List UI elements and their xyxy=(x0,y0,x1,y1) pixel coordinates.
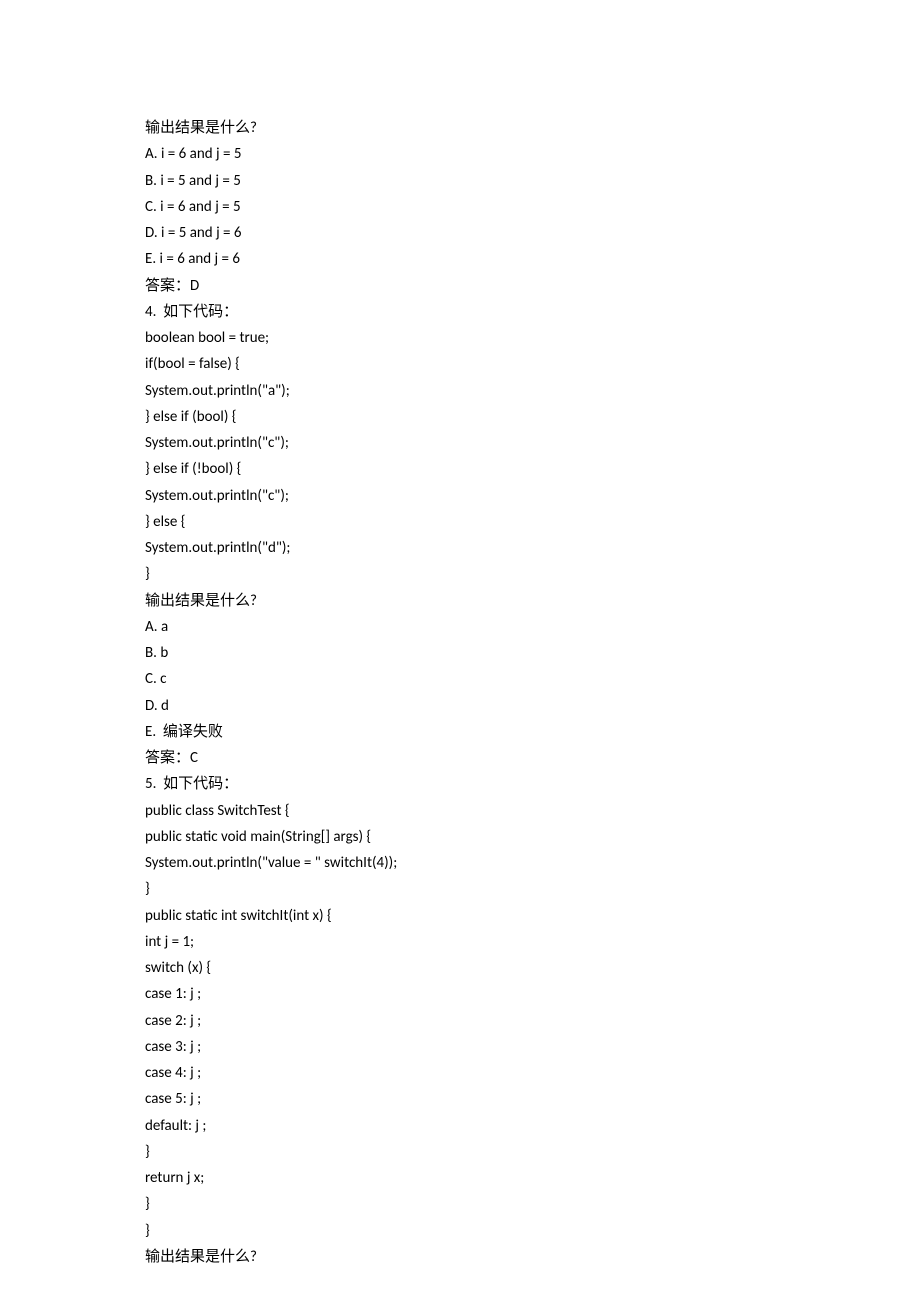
text-line: 答案：C xyxy=(145,745,775,771)
text-line: } xyxy=(145,1191,775,1217)
text-line: E. 编译失败 xyxy=(145,719,775,745)
text-line: 输出结果是什么? xyxy=(145,1244,775,1270)
text-line: 4. 如下代码： xyxy=(145,299,775,325)
text-line: case 4: j ; xyxy=(145,1060,775,1086)
text-line: int j = 1; xyxy=(145,929,775,955)
text-line: System.out.println("c"); xyxy=(145,483,775,509)
text-line: 答案：D xyxy=(145,273,775,299)
text-line: if(bool = false) { xyxy=(145,351,775,377)
text-line: System.out.println("value = " switchIt(4… xyxy=(145,850,775,876)
text-line: A. i = 6 and j = 5 xyxy=(145,141,775,167)
text-line: E. i = 6 and j = 6 xyxy=(145,246,775,272)
text-line: case 3: j ; xyxy=(145,1034,775,1060)
document-page: 输出结果是什么?A. i = 6 and j = 5B. i = 5 and j… xyxy=(0,0,920,1302)
document-body: 输出结果是什么?A. i = 6 and j = 5B. i = 5 and j… xyxy=(145,115,775,1270)
text-line: B. i = 5 and j = 5 xyxy=(145,168,775,194)
text-line: B. b xyxy=(145,640,775,666)
text-line: A. a xyxy=(145,614,775,640)
text-line: System.out.println("a"); xyxy=(145,378,775,404)
text-line: } xyxy=(145,1139,775,1165)
text-line: D. d xyxy=(145,693,775,719)
text-line: boolean bool = true; xyxy=(145,325,775,351)
text-line: case 5: j ; xyxy=(145,1086,775,1112)
text-line: 输出结果是什么? xyxy=(145,588,775,614)
text-line: } xyxy=(145,561,775,587)
text-line: case 2: j ; xyxy=(145,1008,775,1034)
text-line: System.out.println("c"); xyxy=(145,430,775,456)
text-line: public static int switchIt(int x) { xyxy=(145,903,775,929)
text-line: return j x; xyxy=(145,1165,775,1191)
text-line: System.out.println("d"); xyxy=(145,535,775,561)
text-line: C. c xyxy=(145,666,775,692)
text-line: } xyxy=(145,876,775,902)
text-line: public class SwitchTest { xyxy=(145,798,775,824)
text-line: } else if (!bool) { xyxy=(145,456,775,482)
text-line: default: j ; xyxy=(145,1113,775,1139)
text-line: case 1: j ; xyxy=(145,981,775,1007)
text-line: public static void main(String[] args) { xyxy=(145,824,775,850)
text-line: } else { xyxy=(145,509,775,535)
text-line: D. i = 5 and j = 6 xyxy=(145,220,775,246)
text-line: } else if (bool) { xyxy=(145,404,775,430)
text-line: switch (x) { xyxy=(145,955,775,981)
text-line: } xyxy=(145,1218,775,1244)
text-line: 5. 如下代码： xyxy=(145,771,775,797)
text-line: C. i = 6 and j = 5 xyxy=(145,194,775,220)
text-line: 输出结果是什么? xyxy=(145,115,775,141)
